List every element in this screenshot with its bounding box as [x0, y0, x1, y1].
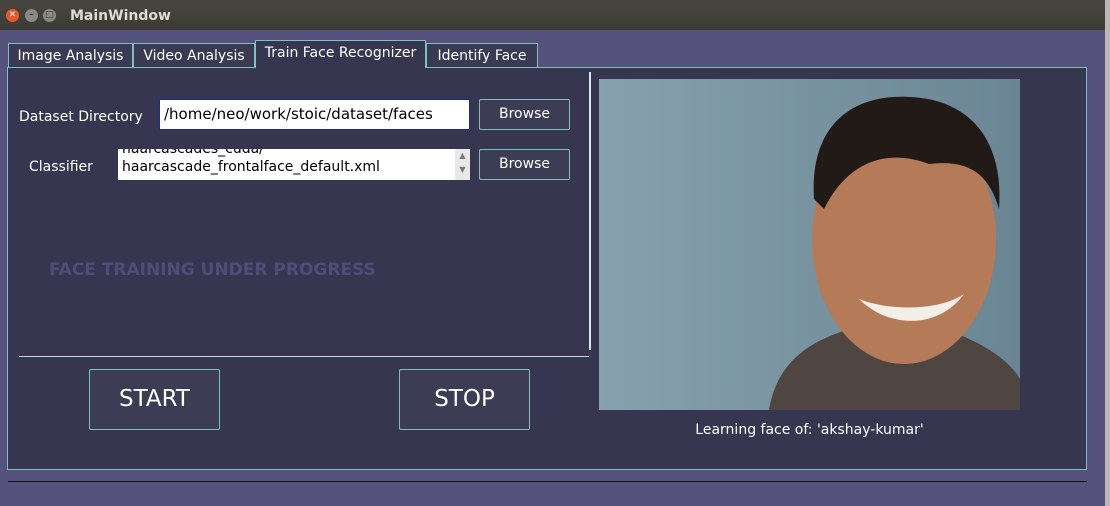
status-bar-divider	[8, 481, 1087, 482]
dataset-directory-input[interactable]: /home/neo/work/stoic/dataset/faces	[159, 99, 470, 130]
classifier-textarea[interactable]: haarcascades_cuda/ haarcascade_frontalfa…	[118, 149, 470, 180]
scroll-up-icon[interactable]: ▲	[455, 149, 470, 163]
vertical-divider	[589, 72, 591, 350]
tab-identify-face[interactable]: Identify Face	[426, 43, 538, 68]
classifier-line: haarcascade_frontalface_default.xml	[122, 159, 380, 175]
face-image	[599, 79, 1020, 410]
horizontal-divider	[19, 356, 589, 357]
stop-button[interactable]: STOP	[399, 369, 530, 430]
tab-train-face-recognizer[interactable]: Train Face Recognizer	[255, 40, 426, 68]
scroll-down-icon[interactable]: ▼	[455, 163, 470, 177]
training-status-text: FACE TRAINING UNDER PROGRESS	[49, 260, 376, 280]
main-window: ✕ – □ MainWindow Image Analysis Video An…	[0, 0, 1105, 506]
minimize-icon[interactable]: –	[25, 9, 38, 22]
face-photo-placeholder	[599, 79, 1020, 410]
learning-face-caption: Learning face of: 'akshay-kumar'	[695, 422, 924, 438]
close-icon[interactable]: ✕	[6, 9, 19, 22]
maximize-icon[interactable]: □	[43, 9, 56, 22]
tab-image-analysis[interactable]: Image Analysis	[8, 43, 133, 68]
classifier-line: haarcascades_cuda/	[122, 149, 264, 157]
classifier-label: Classifier	[29, 159, 93, 175]
browse-dataset-button[interactable]: Browse	[479, 99, 570, 130]
tab-video-analysis[interactable]: Video Analysis	[133, 43, 255, 68]
scrollbar[interactable]: ▲ ▼	[455, 149, 470, 180]
dataset-directory-label: Dataset Directory	[19, 109, 143, 125]
browse-classifier-button[interactable]: Browse	[479, 149, 570, 180]
start-button[interactable]: START	[89, 369, 220, 430]
title-bar: ✕ – □ MainWindow	[0, 0, 1105, 30]
window-title: MainWindow	[70, 8, 171, 24]
